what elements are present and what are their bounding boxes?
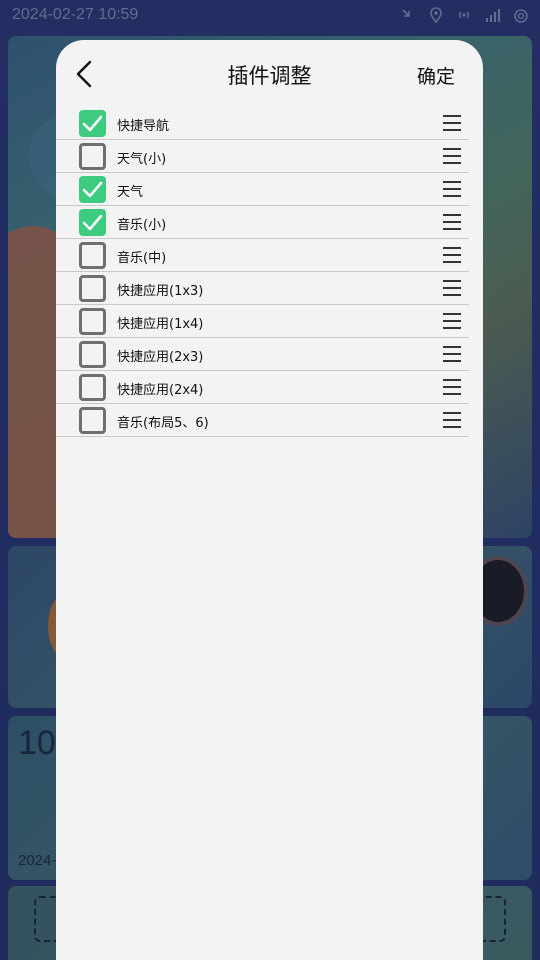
checkmark-icon xyxy=(82,115,103,132)
list-item[interactable]: 快捷应用(2x4) xyxy=(56,371,469,404)
list-item[interactable]: 音乐(中) xyxy=(56,239,469,272)
list-item-label: 音乐(布局5、6) xyxy=(117,416,209,431)
list-item[interactable]: 天气 xyxy=(56,173,469,206)
plugin-adjust-dialog: 插件调整 确定 快捷导航 天气(小) 天气 音乐(小) 音乐(中) 快捷应用(1x3) 快捷… xyxy=(56,40,483,960)
list-item-label: 快捷导航 xyxy=(117,119,170,134)
list-item[interactable]: 快捷应用(1x4) xyxy=(56,305,469,338)
checkbox-checked[interactable] xyxy=(79,110,106,137)
checkbox-unchecked[interactable] xyxy=(79,341,106,368)
drag-handle-icon[interactable] xyxy=(443,379,461,395)
checkbox-checked[interactable] xyxy=(79,176,106,203)
drag-handle-icon[interactable] xyxy=(443,313,461,329)
drag-handle-icon[interactable] xyxy=(443,115,461,131)
checkbox-unchecked[interactable] xyxy=(79,374,106,401)
list-item-label: 快捷应用(2x3) xyxy=(117,350,204,365)
list-item-label: 天气 xyxy=(117,185,144,200)
list-item-label: 快捷应用(1x4) xyxy=(117,317,204,332)
list-item-label: 快捷应用(2x4) xyxy=(117,383,204,398)
drag-handle-icon[interactable] xyxy=(443,346,461,362)
checkmark-icon xyxy=(82,214,103,231)
drag-handle-icon[interactable] xyxy=(443,181,461,197)
drag-handle-icon[interactable] xyxy=(443,412,461,428)
drag-handle-icon[interactable] xyxy=(443,247,461,263)
list-item-label: 快捷应用(1x3) xyxy=(117,284,204,299)
list-item[interactable]: 快捷导航 xyxy=(56,107,469,140)
list-item[interactable]: 快捷应用(1x3) xyxy=(56,272,469,305)
drag-handle-icon[interactable] xyxy=(443,280,461,296)
list-item-label: 天气(小) xyxy=(117,152,167,167)
list-item-label: 音乐(中) xyxy=(117,251,167,266)
checkbox-unchecked[interactable] xyxy=(79,308,106,335)
drag-handle-icon[interactable] xyxy=(443,214,461,230)
checkbox-unchecked[interactable] xyxy=(79,242,106,269)
plugin-list: 快捷导航天气(小) 天气音乐(小) 音乐(中) 快捷应用(1x3) 快捷应用(1x4) 快… xyxy=(56,107,469,437)
checkbox-checked[interactable] xyxy=(79,209,106,236)
checkbox-unchecked[interactable] xyxy=(79,143,106,170)
drag-handle-icon[interactable] xyxy=(443,148,461,164)
list-item[interactable]: 快捷应用(2x3) xyxy=(56,338,469,371)
confirm-button[interactable]: 确定 xyxy=(417,62,455,89)
checkbox-unchecked[interactable] xyxy=(79,275,106,302)
list-item[interactable]: 音乐(布局5、6) xyxy=(56,404,469,437)
list-item-label: 音乐(小) xyxy=(117,218,167,233)
checkmark-icon xyxy=(82,181,103,198)
checkbox-unchecked[interactable] xyxy=(79,407,106,434)
list-item[interactable]: 音乐(小) xyxy=(56,206,469,239)
list-item[interactable]: 天气(小) xyxy=(56,140,469,173)
dialog-header: 插件调整 确定 xyxy=(56,40,483,110)
